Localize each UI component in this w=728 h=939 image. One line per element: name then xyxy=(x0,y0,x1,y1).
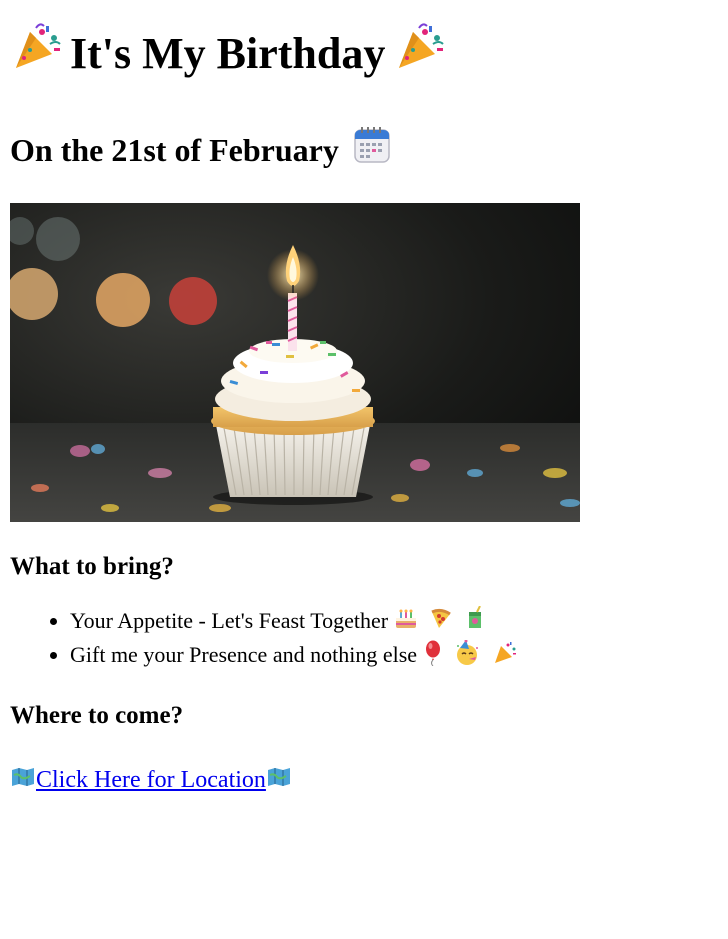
list-item: Your Appetite - Let's Feast Together xyxy=(70,605,718,639)
juice-box-icon xyxy=(465,606,485,639)
date-heading-text: On the 21st of February xyxy=(10,131,339,168)
bring-section-title: What to bring? xyxy=(10,553,174,580)
list-item: Gift me your Presence and nothing else xyxy=(70,639,718,674)
come-section-title: Where to come? xyxy=(10,701,184,729)
list-item-text: Your Appetite - Let's Feast Together xyxy=(70,608,389,633)
page-title: It's My Birthday xyxy=(10,22,718,86)
party-popper-icon xyxy=(492,640,518,675)
party-popper-icon xyxy=(10,22,62,86)
pizza-icon xyxy=(429,607,453,639)
location-link[interactable]: Click Here for Location xyxy=(10,765,292,796)
map-icon xyxy=(266,766,292,796)
location-link-text: Click Here for Location xyxy=(36,766,266,793)
calendar-icon xyxy=(353,126,391,173)
party-face-icon xyxy=(454,639,480,675)
party-popper-icon xyxy=(393,22,445,86)
cake-icon xyxy=(394,607,418,639)
date-heading: On the 21st of February xyxy=(10,126,718,173)
bring-list: Your Appetite - Let's Feast Together xyxy=(10,605,718,675)
title-text: It's My Birthday xyxy=(70,29,386,78)
list-item-text: Gift me your Presence and nothing else xyxy=(70,642,418,668)
map-icon xyxy=(10,766,36,796)
cupcake-photo xyxy=(10,203,580,522)
balloon-icon xyxy=(423,640,443,675)
